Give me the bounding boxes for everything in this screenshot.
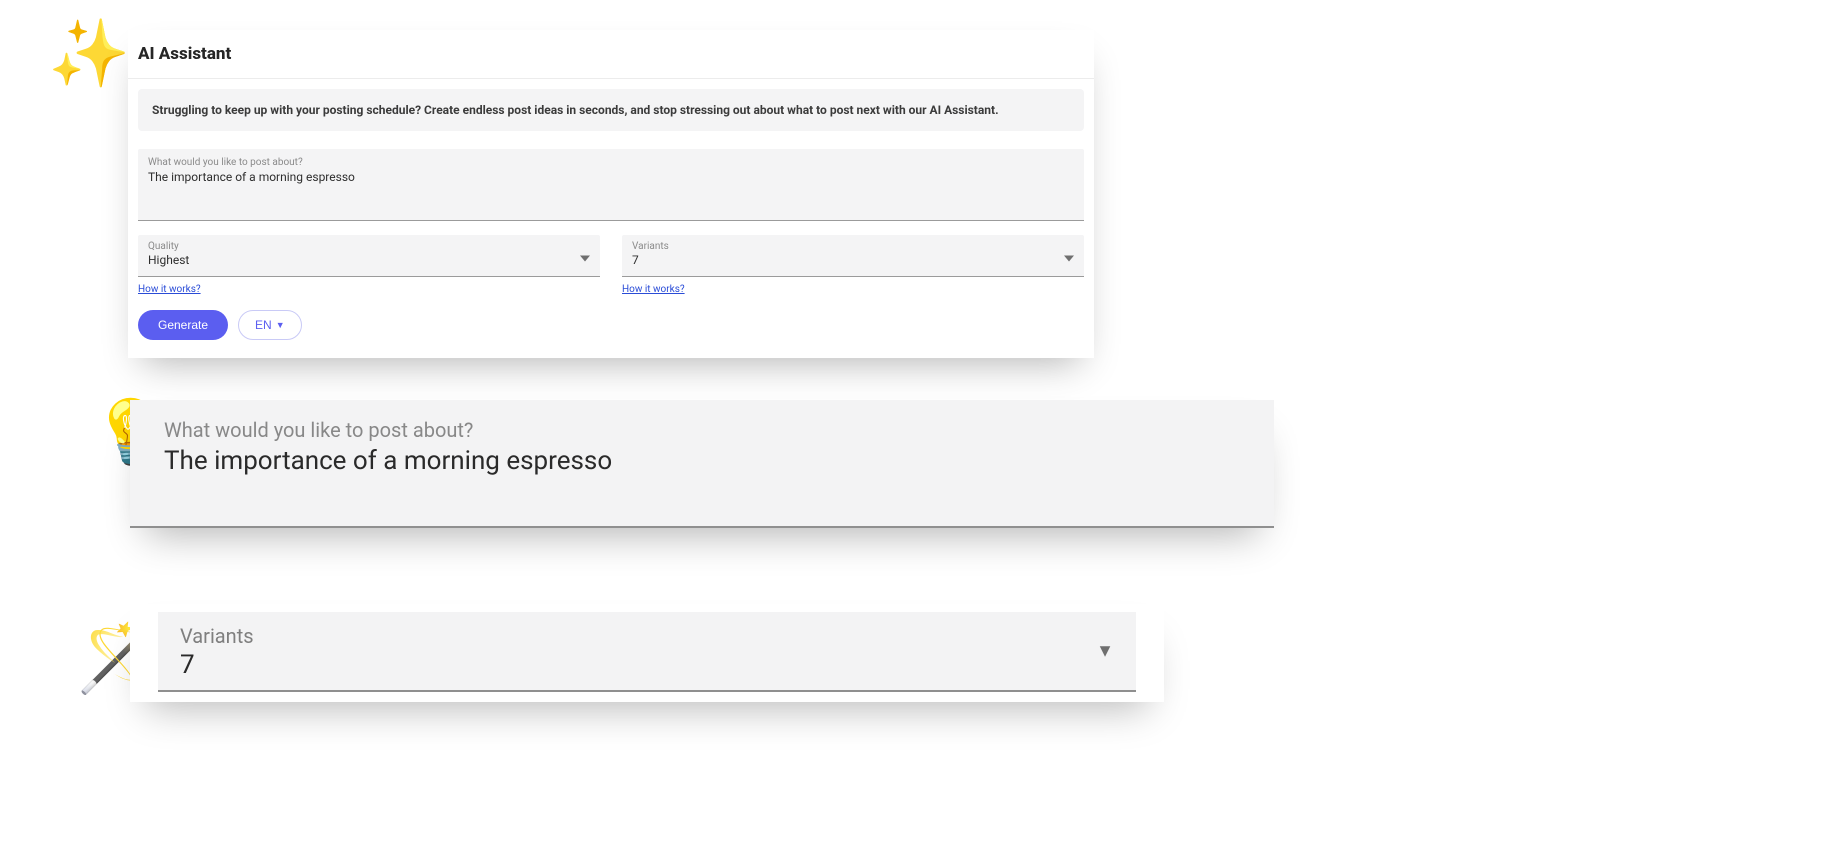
chevron-down-icon xyxy=(1064,246,1074,265)
card-header: AI Assistant xyxy=(128,30,1094,79)
quality-select[interactable]: Quality Highest xyxy=(138,235,600,277)
quality-label: Quality xyxy=(148,241,590,252)
post-about-label: What would you like to post about? xyxy=(148,157,1074,168)
variants-select-zoom[interactable]: Variants 7 ▼ xyxy=(158,612,1136,692)
quality-help-link[interactable]: How it works? xyxy=(138,284,201,295)
variants-help-link[interactable]: How it works? xyxy=(622,284,685,295)
post-about-field[interactable]: What would you like to post about? xyxy=(138,149,1084,221)
variants-select-zoom-container: Variants 7 ▼ xyxy=(130,604,1164,702)
language-label: EN xyxy=(255,318,272,332)
post-about-input[interactable] xyxy=(148,170,1074,216)
page-title: AI Assistant xyxy=(138,44,1072,64)
generate-button[interactable]: Generate xyxy=(138,310,228,340)
chevron-down-icon: ▼ xyxy=(276,320,285,330)
post-about-field-zoom[interactable]: What would you like to post about? The i… xyxy=(130,400,1274,528)
language-button[interactable]: EN ▼ xyxy=(238,310,302,340)
chevron-down-icon: ▼ xyxy=(1096,641,1114,662)
chevron-down-icon xyxy=(580,246,590,265)
variants-label: Variants xyxy=(180,624,1114,648)
variants-select[interactable]: Variants 7 xyxy=(622,235,1084,277)
quality-value: Highest xyxy=(148,253,590,267)
sparkles-icon: ✨ xyxy=(48,22,130,88)
post-about-value: The importance of a morning espresso xyxy=(164,446,1240,476)
info-banner: Struggling to keep up with your posting … xyxy=(138,89,1084,131)
variants-value: 7 xyxy=(632,253,1074,267)
variants-value: 7 xyxy=(180,650,1114,680)
ai-assistant-card: AI Assistant Struggling to keep up with … xyxy=(128,30,1094,358)
post-about-label: What would you like to post about? xyxy=(164,418,1240,442)
variants-label: Variants xyxy=(632,241,1074,252)
